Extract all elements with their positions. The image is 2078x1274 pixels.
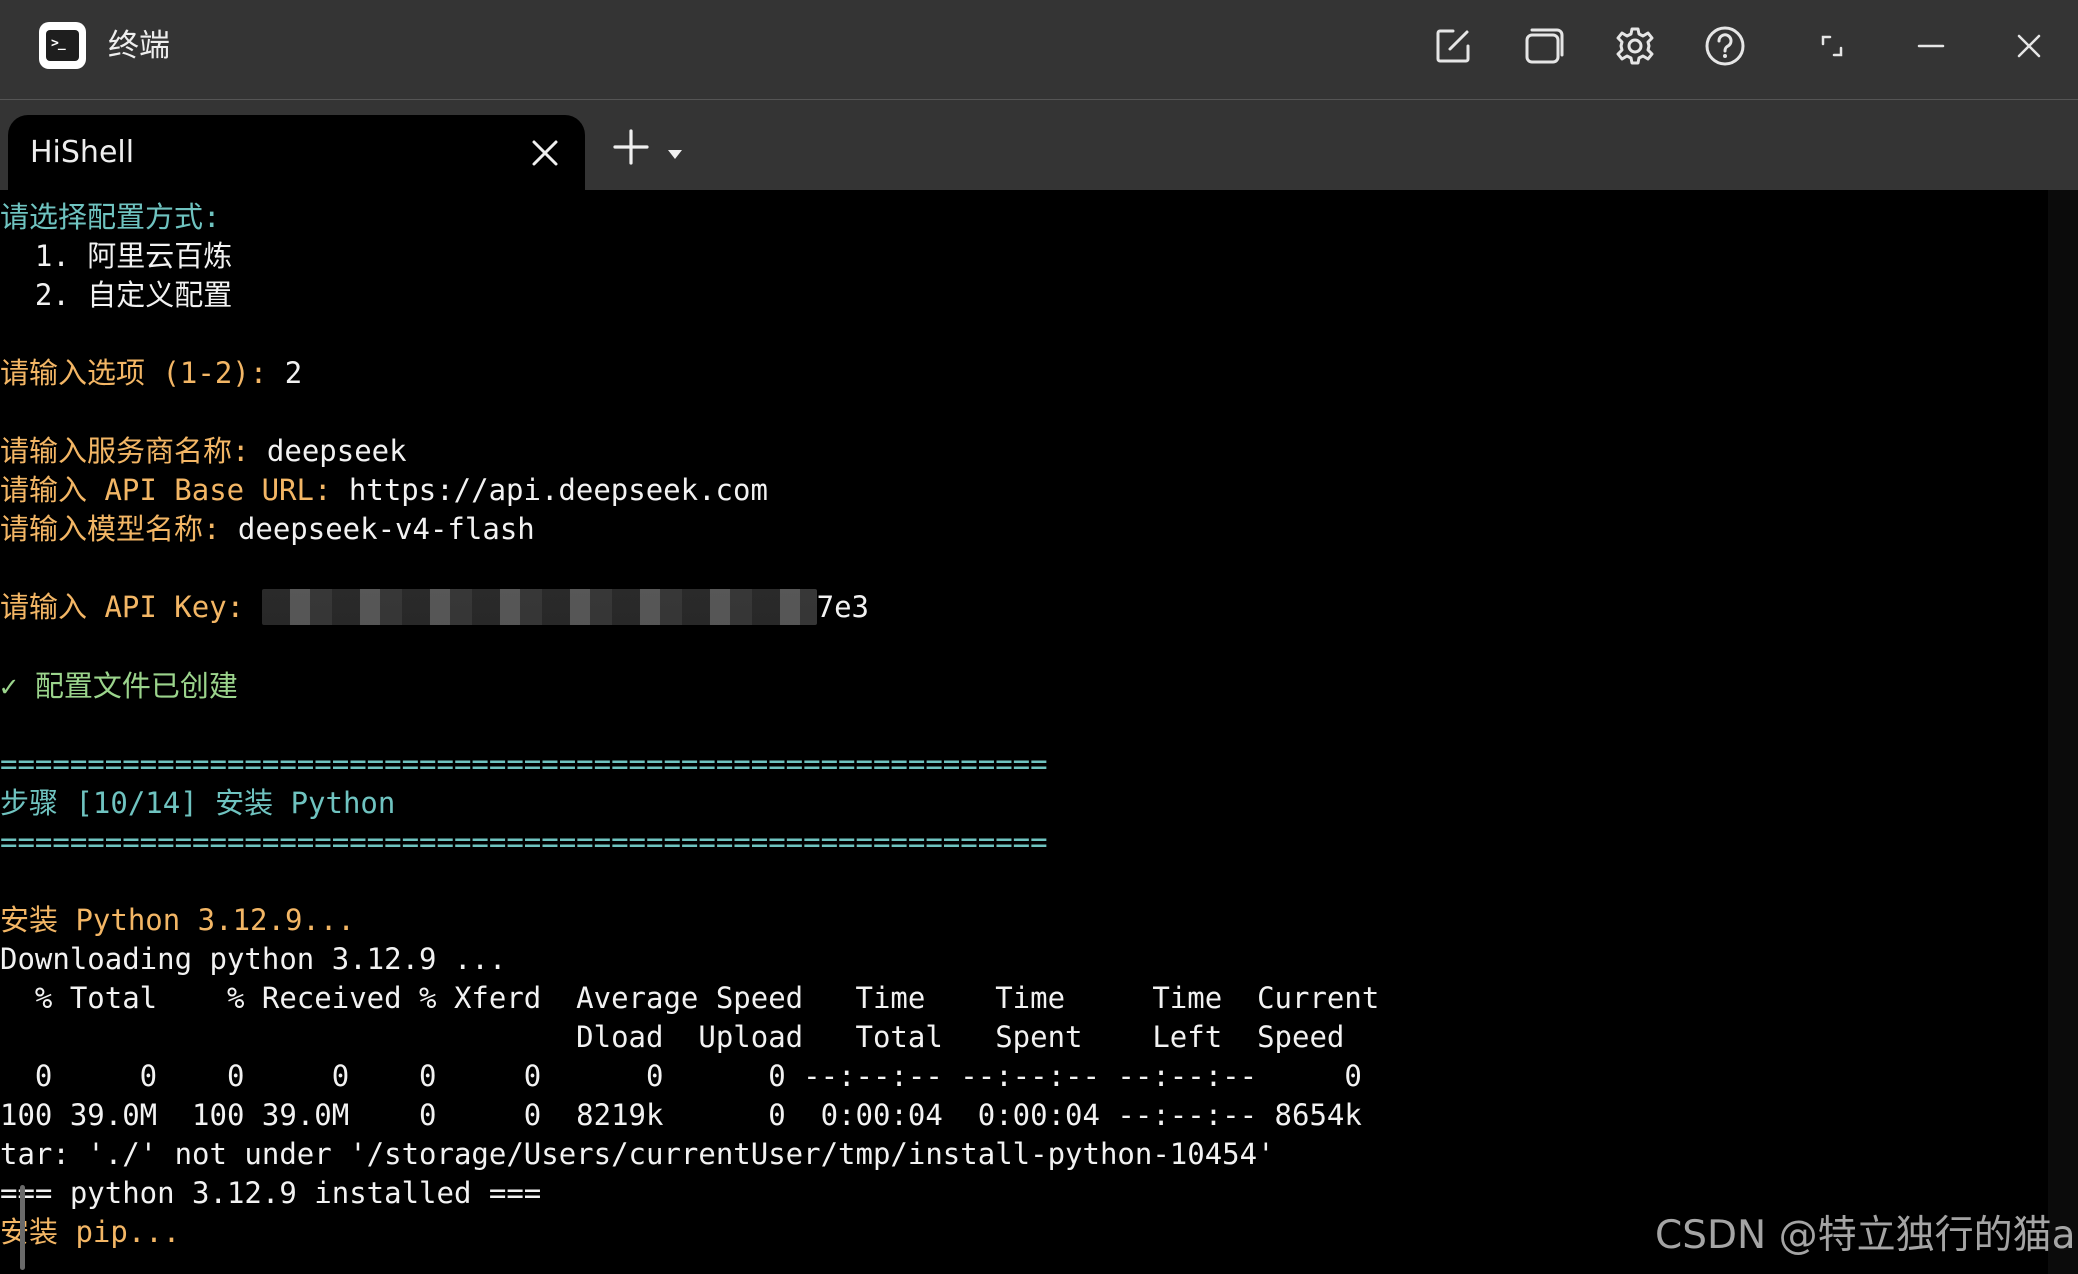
terminal-text: 请选择配置方式:: [0, 200, 221, 234]
terminal-line: 步骤 [10/14] 安装 Python: [0, 784, 1379, 823]
minimize-icon: [1917, 44, 1945, 48]
terminal-text: Downloading python 3.12.9 ...: [0, 941, 507, 976]
terminal-app-icon-screen: >_: [46, 30, 79, 61]
terminal-text: 0 0 0 0 0 0 0 0 --:--:-- --:--:-- --:--:…: [0, 1059, 1362, 1094]
restore-window-icon: [1821, 35, 1843, 57]
new-window-button[interactable]: [1429, 22, 1477, 70]
terminal-line: ========================================…: [0, 745, 1379, 784]
terminal-text: 1. 阿里云百炼: [0, 239, 233, 274]
window-duplicate-icon: [1525, 28, 1564, 64]
help-circle-icon: [1705, 26, 1745, 66]
terminal-text: 7e3: [816, 590, 869, 625]
terminal-line: 请输入 API Base URL: https://api.deepseek.c…: [0, 471, 1379, 510]
terminal-text: 100 39.0M 100 39.0M 0 0 8219k 0 0:00:04 …: [0, 1098, 1362, 1133]
terminal-line: === python 3.12.9 installed ===: [0, 1174, 1379, 1213]
terminal-scrollbar[interactable]: [2048, 190, 2078, 1274]
terminal-line: 100 39.0M 100 39.0M 0 0 8219k 0 0:00:04 …: [0, 1096, 1379, 1135]
terminal-output[interactable]: 请选择配置方式: 1. 阿里云百炼 2. 自定义配置 请输入选项 (1-2): …: [0, 190, 2048, 1274]
minimize-button[interactable]: [1907, 22, 1955, 70]
title-bar: >_ 终端: [0, 0, 2078, 100]
split-window-button[interactable]: [1520, 22, 1568, 70]
chevron-down-icon[interactable]: [667, 148, 683, 160]
terminal-line: 0 0 0 0 0 0 0 0 --:--:-- --:--:-- --:--:…: [0, 1057, 1379, 1096]
edit-square-icon: [1436, 29, 1470, 63]
terminal-line: 安装 Python 3.12.9...: [0, 901, 1379, 940]
terminal-line: 请输入选项 (1-2): 2: [0, 354, 1379, 393]
terminal-app-icon-prompt: >_: [51, 36, 66, 51]
terminal-lines: 请选择配置方式: 1. 阿里云百炼 2. 自定义配置 请输入选项 (1-2): …: [0, 198, 1379, 1252]
close-icon: [2017, 34, 2041, 58]
restore-button[interactable]: [1808, 22, 1856, 70]
terminal-text: deepseek: [266, 434, 407, 469]
new-tab-icon[interactable]: [612, 128, 650, 166]
terminal-text: 2: [284, 356, 303, 391]
terminal-line: 请输入服务商名称: deepseek: [0, 432, 1379, 471]
terminal-text: https://api.deepseek.com: [348, 473, 768, 508]
terminal-line: 1. 阿里云百炼: [0, 237, 1379, 276]
terminal-text: tar: './' not under '/storage/Users/curr…: [0, 1137, 1275, 1172]
terminal-text: % Total % Received % Xferd Average Speed…: [0, 980, 1380, 1015]
terminal-text: 请输入服务商名称:: [0, 434, 267, 469]
terminal-text: 请输入选项 (1-2):: [0, 356, 285, 391]
terminal-line: ✓ 配置文件已创建: [0, 667, 1379, 706]
help-button[interactable]: [1701, 22, 1749, 70]
terminal-line: 请输入模型名称: deepseek-v4-flash: [0, 510, 1379, 549]
terminal-line: 安装 pip...: [0, 1213, 1379, 1252]
close-window-button[interactable]: [2005, 22, 2053, 70]
terminal-line: Downloading python 3.12.9 ...: [0, 940, 1379, 979]
tab-close-icon[interactable]: [530, 138, 560, 168]
gear-icon: [1616, 27, 1654, 65]
terminal-text: 步骤 [10/14] 安装 Python: [0, 785, 396, 820]
terminal-text: deepseek-v4-flash: [237, 512, 535, 547]
terminal-text: 安装 pip...: [0, 1215, 181, 1250]
tab-label: HiShell: [30, 135, 135, 170]
terminal-line: ========================================…: [0, 823, 1379, 862]
terminal-line: 2. 自定义配置: [0, 276, 1379, 315]
settings-button[interactable]: [1611, 22, 1659, 70]
tab-strip: HiShell: [0, 100, 2078, 190]
terminal-line: 请输入 API Key: 7e3: [0, 588, 1379, 627]
terminal-app-icon: >_: [39, 22, 86, 69]
terminal-text: ========================================…: [0, 824, 1048, 859]
terminal-text: Dload Upload Total Spent Left Speed: [0, 1019, 1345, 1054]
window-title: 终端: [108, 28, 170, 64]
terminal-line: 请选择配置方式:: [0, 198, 1379, 237]
terminal-text: 请输入 API Base URL:: [0, 473, 349, 508]
terminal-text: 请输入模型名称:: [0, 512, 238, 547]
redacted-api-key: [261, 589, 817, 626]
watermark: CSDN @特立独行的猫a: [1655, 1213, 2076, 1258]
terminal-text: 2. 自定义配置: [0, 278, 233, 313]
terminal-text: 请输入 API Key:: [0, 590, 262, 625]
tab-hishell[interactable]: HiShell: [8, 115, 585, 190]
terminal-text: 安装 Python 3.12.9...: [0, 902, 355, 937]
terminal-line: % Total % Received % Xferd Average Speed…: [0, 979, 1379, 1018]
terminal-text: ✓ 配置文件已创建: [0, 668, 238, 703]
terminal-text: ========================================…: [0, 746, 1048, 781]
terminal-text: === python 3.12.9 installed ===: [0, 1176, 542, 1211]
scrollbar-thumb[interactable]: [20, 1185, 25, 1270]
terminal-line: tar: './' not under '/storage/Users/curr…: [0, 1135, 1379, 1174]
terminal-line: Dload Upload Total Spent Left Speed: [0, 1018, 1379, 1057]
